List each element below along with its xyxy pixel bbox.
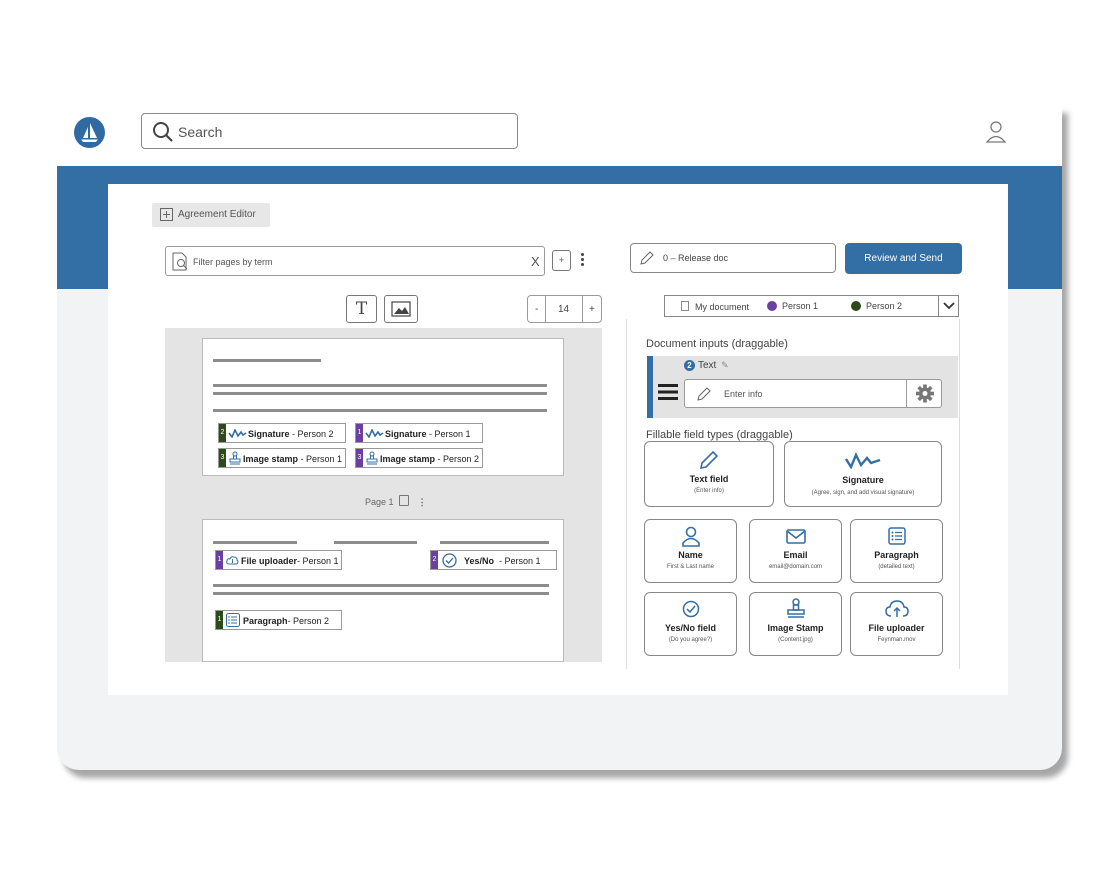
list-icon xyxy=(887,527,906,545)
image-tool-button[interactable] xyxy=(384,295,418,323)
pencil-icon xyxy=(697,387,711,401)
zoom-out-button[interactable]: - xyxy=(535,304,538,315)
fillable-fields-title: Fillable field types (draggable) xyxy=(646,429,793,441)
search-icon xyxy=(153,122,173,142)
person-2-color-dot xyxy=(851,301,861,311)
app-window: Search Agreement Editor Filter pages by … xyxy=(57,105,1062,770)
person-1-option[interactable]: Person 1 xyxy=(767,301,818,311)
cloud-upload-icon xyxy=(884,600,909,617)
zoom-control: - 14 + xyxy=(527,295,602,323)
text-field-card[interactable]: Text field (Enter info) xyxy=(644,441,774,507)
pencil-icon xyxy=(699,450,719,470)
signature-chip-person-1[interactable]: 1 Signature - Person 1 xyxy=(355,423,483,443)
yes-no-card[interactable]: Yes/No field (Do you agree?) xyxy=(644,592,737,656)
image-stamp-chip-person-1[interactable]: 3 Image stamp - Person 1 xyxy=(218,448,346,468)
editor-panel: Agreement Editor Filter pages by term X … xyxy=(108,184,1008,695)
recipient-selector[interactable]: My document Person 1 Person 2 xyxy=(664,295,959,317)
image-icon xyxy=(391,301,411,317)
check-circle-icon xyxy=(682,600,699,618)
text-tool-button[interactable]: T xyxy=(346,295,377,323)
enter-info-input[interactable]: Enter info xyxy=(684,379,942,408)
add-page-button[interactable]: + xyxy=(552,250,571,271)
document-name-field[interactable]: 0 – Release doc xyxy=(630,243,836,273)
more-options-icon[interactable] xyxy=(578,251,586,273)
my-document-option[interactable]: My document xyxy=(681,301,749,312)
zoom-value[interactable]: 14 xyxy=(558,304,569,315)
add-square-icon xyxy=(160,208,173,221)
signature-chip-person-2[interactable]: 2 Signature - Person 2 xyxy=(218,423,346,443)
paragraph-chip-person-2[interactable]: 1 Paragraph- Person 2 xyxy=(215,610,342,630)
page-1: 2 Signature - Person 2 1 Signature - Per… xyxy=(202,338,564,476)
user-icon[interactable] xyxy=(985,120,1007,149)
filter-placeholder: Filter pages by term xyxy=(193,257,273,267)
pencil-icon xyxy=(640,251,654,265)
agreement-editor-button[interactable]: Agreement Editor xyxy=(152,203,270,227)
edit-pencil-icon[interactable]: ✎ xyxy=(721,360,729,370)
filter-pages-input[interactable]: Filter pages by term X + xyxy=(165,246,584,276)
image-stamp-card[interactable]: Image Stamp (Content.jpg) xyxy=(749,592,842,656)
email-card[interactable]: Email email@domain.com xyxy=(749,519,842,583)
text-input-item[interactable]: 2 Text ✎ Enter info xyxy=(647,356,958,418)
search-placeholder: Search xyxy=(178,124,223,140)
envelope-icon xyxy=(785,529,806,544)
page-2: 1 File uploader- Person 1 2 Yes/No - Per… xyxy=(202,519,564,662)
name-card[interactable]: Name First & Last name xyxy=(644,519,737,583)
search-input[interactable]: Search xyxy=(141,113,518,149)
logo-sailboat-icon[interactable] xyxy=(74,117,105,148)
file-uploader-card[interactable]: File uploader Feynman.mov xyxy=(850,592,943,656)
agreement-editor-label: Agreement Editor xyxy=(178,209,256,220)
drag-handle-icon[interactable] xyxy=(658,383,678,401)
document-name: 0 – Release doc xyxy=(663,253,729,263)
person-2-option[interactable]: Person 2 xyxy=(851,301,902,311)
page-add-icon[interactable] xyxy=(399,495,410,506)
image-stamp-chip-person-2[interactable]: 3 Image stamp - Person 2 xyxy=(355,448,483,468)
stamp-icon xyxy=(786,598,805,618)
person-1-color-dot xyxy=(767,301,777,311)
page-more-icon[interactable]: ⋮ xyxy=(418,497,427,508)
document-inputs-title: Document inputs (draggable) xyxy=(646,338,788,350)
text-input-header: 2 Text ✎ xyxy=(684,360,729,371)
file-uploader-chip-person-1[interactable]: 1 File uploader- Person 1 xyxy=(215,550,342,570)
signature-icon xyxy=(844,452,881,469)
signature-card[interactable]: Signature (Agree, sign, and add visual s… xyxy=(784,441,942,507)
chevron-down-icon[interactable] xyxy=(938,296,959,316)
gear-icon[interactable] xyxy=(906,380,943,407)
zoom-in-button[interactable]: + xyxy=(589,304,595,315)
fields-sidebar: Document inputs (draggable) 2 Text ✎ Ente… xyxy=(626,319,960,669)
page-search-icon xyxy=(172,252,188,271)
yes-no-chip-person-1[interactable]: 2 Yes/No - Person 1 xyxy=(430,550,557,570)
document-canvas: 2 Signature - Person 2 1 Signature - Per… xyxy=(165,328,602,662)
review-and-send-button[interactable]: Review and Send xyxy=(845,243,962,274)
person-icon xyxy=(681,526,700,547)
clear-filter-button[interactable]: X xyxy=(531,254,540,269)
paragraph-card[interactable]: Paragraph (detailed text) xyxy=(850,519,943,583)
page-1-label: Page 1 ⋮ xyxy=(365,495,427,508)
document-icon xyxy=(681,301,689,311)
top-bar: Search xyxy=(57,105,1062,166)
